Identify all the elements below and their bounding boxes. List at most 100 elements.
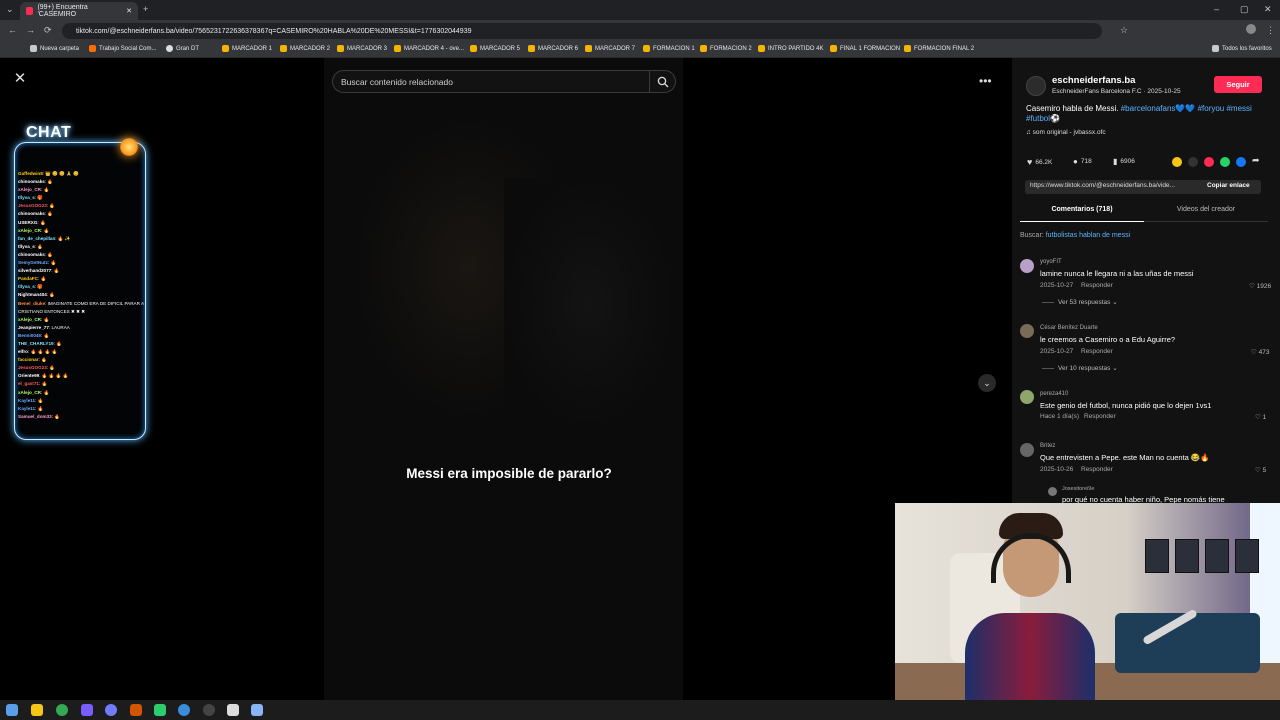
comment-like[interactable]: ♡ 1926	[1249, 282, 1271, 290]
embed-icon[interactable]	[1188, 157, 1198, 167]
save-action[interactable]: ▮ 6906	[1113, 157, 1135, 166]
chat-username: chinoomaks	[18, 251, 45, 257]
bookmark-item[interactable]: MARCADOR 7	[585, 45, 635, 52]
bookmark-item[interactable]: FORMACION 2	[700, 45, 752, 52]
avatar[interactable]	[1026, 76, 1046, 96]
file-explorer-icon[interactable]	[31, 704, 43, 716]
browser-menu-icon[interactable]: ⋮	[1266, 25, 1275, 36]
reply-button[interactable]: Responder	[1081, 466, 1113, 473]
comment-like-count: 473	[1258, 349, 1270, 356]
avatar[interactable]	[1020, 443, 1034, 457]
copy-link-button[interactable]: Copiar enlace	[1207, 182, 1250, 189]
window-close-icon[interactable]: ✕	[1264, 4, 1272, 15]
avatar[interactable]	[1020, 390, 1034, 404]
maximize-icon[interactable]: ▢	[1240, 4, 1249, 15]
whatsapp-icon[interactable]	[1220, 157, 1230, 167]
tab-list-chevron-icon[interactable]: ⌄	[6, 4, 14, 15]
bookmark-item[interactable]: FORMACION FINAL 2	[904, 45, 974, 52]
tab-comments[interactable]: Comentarios (718)	[1020, 202, 1144, 222]
chat-username: tllyva_s	[18, 195, 35, 201]
edge-icon[interactable]	[178, 704, 190, 716]
reply-author[interactable]: Josesitorei9e	[1062, 486, 1094, 492]
share-arrow-icon[interactable]: ➦	[1252, 155, 1260, 166]
tab-close-icon[interactable]: ✕	[126, 7, 132, 15]
back-icon[interactable]: ←	[8, 25, 17, 35]
hashtag-links[interactable]: #barcelonafans💙💙 #foryou #messi	[1121, 104, 1252, 113]
like-action[interactable]: ♥ 66.2K	[1027, 157, 1052, 167]
app-icon[interactable]	[154, 704, 166, 716]
chat-text: 🔥	[43, 316, 50, 322]
view-replies-button[interactable]: Ver 53 respuestas ⌄	[1042, 298, 1118, 306]
bookmark-item[interactable]: MARCADOR 5	[470, 45, 520, 52]
comment-like[interactable]: ♡ 1	[1255, 413, 1266, 421]
comment-author[interactable]: César Benítez Duarte	[1040, 325, 1098, 331]
avatar[interactable]	[1048, 487, 1057, 496]
comment-like[interactable]: ♡ 5	[1255, 466, 1266, 474]
facebook-icon[interactable]	[1236, 157, 1246, 167]
chat-text: 🔥	[37, 243, 44, 249]
browser-tab[interactable]: (99+) Encuentra 'CASEMIRO ✕	[20, 2, 138, 20]
post-description: Casemiro habla de Messi. #barcelonafans💙…	[1026, 104, 1252, 113]
new-tab-icon[interactable]: +	[143, 4, 148, 14]
bookmark-item[interactable]: MARCADOR 6	[528, 45, 578, 52]
reply-button[interactable]: Responder	[1081, 282, 1113, 289]
comment-author[interactable]: pereza410	[1040, 391, 1068, 397]
tab-creator-videos[interactable]: Videos del creador	[1144, 202, 1268, 222]
bookmark-item[interactable]: MARCADOR 4 - ove...	[394, 45, 464, 52]
bookmark-item[interactable]: FORMACION 1	[643, 45, 695, 52]
reply-button[interactable]: Responder	[1081, 348, 1113, 355]
profile-avatar[interactable]	[1246, 24, 1256, 34]
more-options-icon[interactable]: •••	[979, 74, 992, 88]
sound-link[interactable]: ♫ som original - jvbassx.ofc	[1026, 129, 1106, 136]
forward-icon[interactable]: →	[26, 25, 35, 35]
start-menu-icon[interactable]	[6, 704, 18, 716]
bookmark-star-icon[interactable]: ☆	[1120, 25, 1128, 36]
video-player[interactable]	[324, 58, 683, 700]
app-icon[interactable]	[227, 704, 239, 716]
chrome-icon[interactable]	[56, 704, 68, 716]
bookmark-item[interactable]: MARCADOR 1	[222, 45, 272, 52]
avatar[interactable]	[1020, 324, 1034, 338]
obs-icon[interactable]	[203, 704, 215, 716]
avatar[interactable]	[1020, 259, 1034, 273]
app-icon[interactable]	[251, 704, 263, 716]
share-emoji-icon[interactable]	[1172, 157, 1182, 167]
follow-button[interactable]: Seguir	[1214, 76, 1262, 93]
send-icon[interactable]	[1204, 157, 1214, 167]
search-suggestion-link[interactable]: futbolistas hablan de messi	[1046, 232, 1130, 239]
post-username[interactable]: eschneiderfans.ba	[1052, 75, 1135, 86]
url-field[interactable]: tiktok.com/@eschneiderfans.ba/video/7565…	[62, 23, 1102, 39]
hashtag-links[interactable]: #futbol⚽	[1026, 114, 1060, 123]
chat-message: chinoomaks: 🔥	[18, 210, 144, 218]
next-video-chevron-icon[interactable]: ⌄	[978, 374, 996, 392]
comment-author[interactable]: yoyoFIT	[1040, 259, 1062, 265]
view-replies-button[interactable]: Ver 10 respuestas ⌄	[1042, 364, 1118, 372]
comment-action[interactable]: ● 718	[1073, 157, 1092, 166]
bookmark-item[interactable]: FINAL 1 FORMACION	[830, 45, 900, 52]
comment-like[interactable]: ♡ 473	[1251, 348, 1270, 356]
bookmark-item[interactable]: MARCADOR 3	[337, 45, 387, 52]
search-input[interactable]	[341, 75, 641, 89]
bookmark-item[interactable]: Trabajo Social Com...	[89, 45, 156, 52]
app-icon[interactable]	[81, 704, 93, 716]
bookmark-item[interactable]: INTRO PARTIDO 4K	[758, 45, 823, 52]
heart-icon: ♡	[1251, 349, 1257, 356]
reload-icon[interactable]: ⟳	[44, 25, 52, 36]
chat-text: 🔥	[43, 332, 50, 338]
bookmark-item[interactable]: MARCADOR 2	[280, 45, 330, 52]
minimize-icon[interactable]: –	[1214, 4, 1219, 14]
comment-author[interactable]: Britez	[1040, 443, 1055, 449]
all-bookmarks[interactable]: Todos los favoritos	[1212, 45, 1272, 52]
chat-text: IMAGINATE COMO ERA DE DIFICIL PARAR A	[47, 300, 144, 306]
reply-button[interactable]: Responder	[1084, 413, 1116, 420]
chat-message: Oriente99: 🔥 🔥 🔥 🔥	[18, 372, 144, 380]
chat-text: 🔥 🔥 🔥 🔥	[41, 373, 69, 379]
close-icon[interactable]: ✕	[11, 70, 29, 88]
bookmark-item[interactable]: Nueva carpeta	[30, 45, 79, 52]
search-icon[interactable]	[657, 76, 669, 88]
app-icon[interactable]	[130, 704, 142, 716]
bookmark-icon	[585, 45, 592, 52]
bookmark-item[interactable]: Gran DT	[166, 45, 199, 52]
discord-icon[interactable]	[105, 704, 117, 716]
bookmark-icon	[700, 45, 707, 52]
